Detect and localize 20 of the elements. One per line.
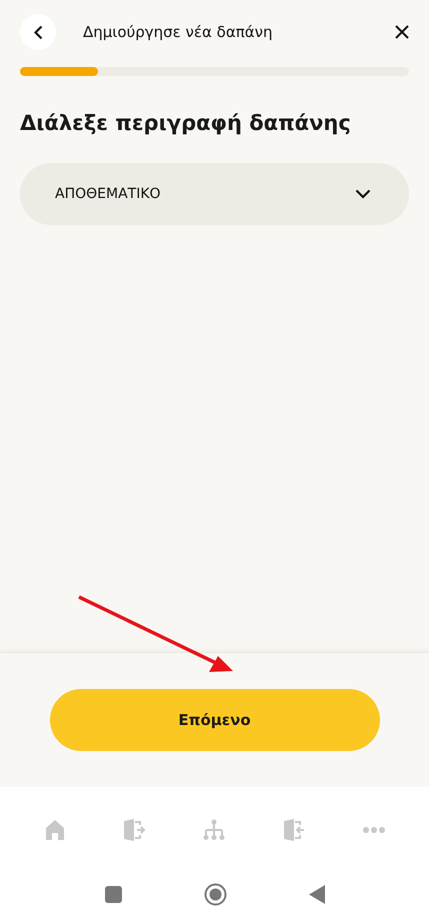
- back-button[interactable]: [20, 14, 56, 50]
- door-arrow-icon: [122, 818, 146, 842]
- circle-icon: [204, 883, 226, 906]
- page-title: Δημιούργησε νέα δαπάνη: [83, 23, 274, 41]
- close-icon: [395, 25, 409, 39]
- system-button[interactable]: [104, 886, 122, 903]
- chevron-left-icon: [34, 24, 42, 40]
- square-icon: [104, 886, 122, 903]
- chevron-down-icon: [355, 189, 371, 199]
- section-heading: Διάλεξε περιγραφή δαπάνης: [20, 111, 352, 135]
- close-button[interactable]: [395, 25, 409, 39]
- system-button[interactable]: [308, 885, 324, 904]
- description-dropdown[interactable]: ΑΠΟΘΕΜΑΤΙΚΟ: [20, 163, 409, 225]
- hierarchy-icon: [202, 819, 224, 841]
- home-icon: [44, 819, 64, 841]
- more-icon: [362, 827, 384, 833]
- back-icon: [308, 885, 324, 904]
- system-button[interactable]: [204, 883, 226, 906]
- door-arrow-icon: [282, 818, 306, 842]
- next-button[interactable]: Επόμενο: [50, 689, 380, 751]
